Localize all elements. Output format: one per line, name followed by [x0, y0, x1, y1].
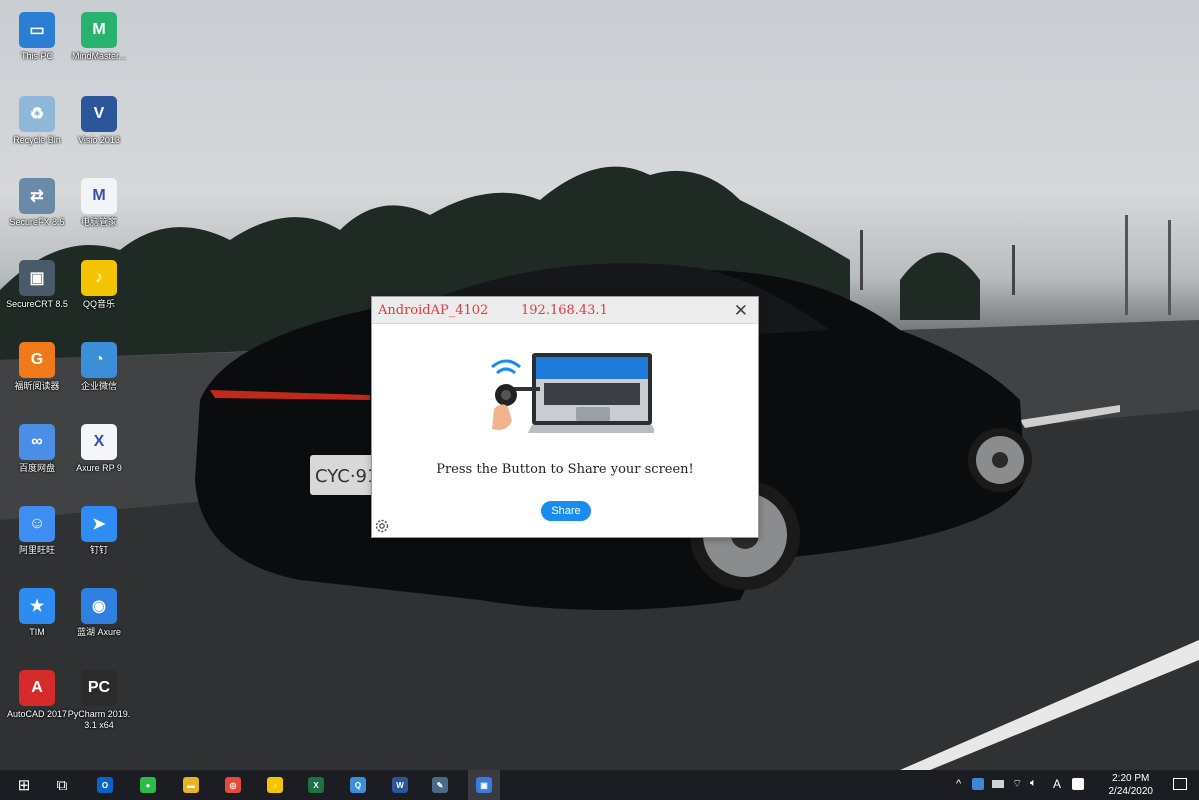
autocad-icon: A: [19, 670, 55, 706]
wechat-icon: ●: [140, 777, 156, 793]
desktop-icon[interactable]: ★ TIM: [4, 588, 70, 638]
aliwangwang-icon: ☺: [19, 506, 55, 542]
share-button-illustration: [491, 353, 654, 433]
desktop-icon[interactable]: ♪ QQ音乐: [66, 260, 132, 310]
desktop-icon[interactable]: G 福昕阅读器: [4, 342, 70, 392]
volume-icon[interactable]: 🔈︎: [1030, 777, 1037, 790]
desktop-icon[interactable]: ☺ 阿里旺旺: [4, 506, 70, 556]
lanhu-icon: ◉: [81, 588, 117, 624]
dialog-title-bar[interactable]: AndroidAP_4102 192.168.43.1 ✕: [372, 297, 758, 324]
taskbar-clock[interactable]: 2:20 PM 2/24/2020: [1109, 772, 1154, 798]
notification-center-icon[interactable]: [1173, 778, 1187, 790]
desktop-icon-label: 福昕阅读器: [14, 381, 60, 391]
screen-share-dialog: AndroidAP_4102 192.168.43.1 ✕ Press the …: [372, 297, 758, 537]
taskbar-app[interactable]: Q: [348, 775, 368, 795]
screen-share-app-icon: ▣: [476, 777, 492, 793]
ip-address: 192.168.43.1: [521, 303, 608, 318]
file-explorer-icon: ▬: [183, 777, 199, 793]
taskbar-app[interactable]: ▣: [474, 775, 494, 795]
qq-music-icon: ♪: [81, 260, 117, 296]
taskbar-app[interactable]: ♪: [265, 775, 285, 795]
mindmaster-icon: M: [81, 12, 117, 48]
taskbar-app[interactable]: W: [390, 775, 410, 795]
desktop-icon-label: TIM: [29, 627, 45, 637]
desktop-icon[interactable]: V Visio 2013: [66, 96, 132, 146]
computer-icon: ▭: [19, 12, 55, 48]
desktop-icon-label: SecureFX 8.5: [9, 217, 65, 227]
share-instructions: Press the Button to Share your screen!: [436, 462, 694, 477]
recycle-bin-icon: ♻: [19, 96, 55, 132]
clock-date: 2/24/2020: [1108, 786, 1154, 797]
svg-text:CYC·91: CYC·91: [315, 466, 378, 487]
clock-time: 2:20 PM: [1112, 773, 1150, 784]
tim-icon: ★: [19, 588, 55, 624]
share-button[interactable]: Share: [541, 501, 591, 521]
task-view-icon: ⧉: [56, 776, 68, 794]
desktop-icon-label: 百度网盘: [18, 463, 55, 473]
chrome-icon: ◎: [225, 777, 241, 793]
qq-music-taskbar-icon: ♪: [267, 777, 283, 793]
desktop-icon-label: Visio 2013: [78, 135, 120, 145]
desktop-icon-label: 钉钉: [89, 545, 108, 555]
outlook-icon: O: [97, 777, 113, 793]
desktop-icon-label: This PC: [20, 51, 53, 61]
dingtalk-icon: ➤: [81, 506, 117, 542]
tray-app-icon[interactable]: [972, 778, 984, 790]
show-hidden-icons-icon[interactable]: ^: [956, 778, 961, 790]
taskbar-app[interactable]: ⊞: [14, 775, 34, 795]
taskbar-app[interactable]: ▬: [181, 775, 201, 795]
pc-manager-icon: M: [81, 178, 117, 214]
desktop-icon-label: 企业微信: [80, 381, 117, 391]
desktop-icon[interactable]: A AutoCAD 2017: [4, 670, 70, 720]
desktop-icon[interactable]: M MindMaster...: [66, 12, 132, 62]
desktop-icon-label: Axure RP 9: [76, 463, 122, 473]
word-icon: W: [392, 777, 408, 793]
desktop-icon[interactable]: M 电脑管家: [66, 178, 132, 228]
desktop-icon-label: QQ音乐: [82, 299, 115, 309]
desktop-icon-label: 电脑管家: [80, 217, 117, 227]
taskbar-app[interactable]: X: [306, 775, 326, 795]
visio-icon: V: [81, 96, 117, 132]
desktop-icon-label: SecureCRT 8.5: [6, 299, 68, 309]
taskbar-app[interactable]: O: [95, 775, 115, 795]
desktop-icon[interactable]: ▣ SecureCRT 8.5: [4, 260, 70, 310]
taskbar-app[interactable]: ●: [138, 775, 158, 795]
desktop-icon-label: MindMaster...: [71, 51, 127, 61]
taskbar-app[interactable]: ◎: [223, 775, 243, 795]
close-icon[interactable]: ✕: [734, 301, 748, 321]
foxit-reader-icon: G: [19, 342, 55, 378]
settings-gear-icon[interactable]: [374, 518, 390, 534]
desktop-icon[interactable]: ∞ 百度网盘: [4, 424, 70, 474]
wifi-icon[interactable]: ⌔: [1012, 777, 1022, 791]
tray-q-icon[interactable]: [1072, 778, 1084, 790]
desktop-icon[interactable]: ♻ Recycle Bin: [4, 96, 70, 146]
taskbar-app[interactable]: ⧉: [52, 775, 72, 795]
desktop-icon-label: 蓝湖 Axure: [76, 627, 121, 637]
desktop-icon-label: Recycle Bin: [13, 135, 61, 145]
wecom-taskbar-icon: Q: [350, 777, 366, 793]
desktop-icon[interactable]: ◔ 企业微信: [66, 342, 132, 392]
axure-icon: X: [81, 424, 117, 460]
securecrt-icon: ▣: [19, 260, 55, 296]
wecom-icon: ◔: [81, 342, 117, 378]
securefx-icon: ⇄: [19, 178, 55, 214]
pycharm-icon: PC: [81, 670, 117, 706]
desktop-icon[interactable]: PC PyCharm 2019.3.1 x64: [66, 670, 132, 731]
desktop-icon[interactable]: ▭ This PC: [4, 12, 70, 62]
taskbar-app[interactable]: ✎: [430, 775, 450, 795]
battery-icon[interactable]: [992, 780, 1004, 788]
input-method-indicator[interactable]: A: [1053, 777, 1061, 791]
excel-icon: X: [308, 777, 324, 793]
desktop-icon-label: PyCharm 2019.3.1 x64: [67, 709, 131, 730]
desktop-icon[interactable]: ◉ 蓝湖 Axure: [66, 588, 132, 638]
desktop-icon[interactable]: X Axure RP 9: [66, 424, 132, 474]
desktop-icon[interactable]: ⇄ SecureFX 8.5: [4, 178, 70, 228]
desktop-icon-label: AutoCAD 2017: [6, 709, 68, 719]
start-icon: ⊞: [17, 777, 31, 794]
desktop-icon[interactable]: ➤ 钉钉: [66, 506, 132, 556]
sketch-tool-icon: ✎: [432, 777, 448, 793]
desktop-icon-label: 阿里旺旺: [18, 545, 55, 555]
device-name: AndroidAP_4102: [378, 303, 489, 318]
baidu-netdisk-icon: ∞: [19, 424, 55, 460]
